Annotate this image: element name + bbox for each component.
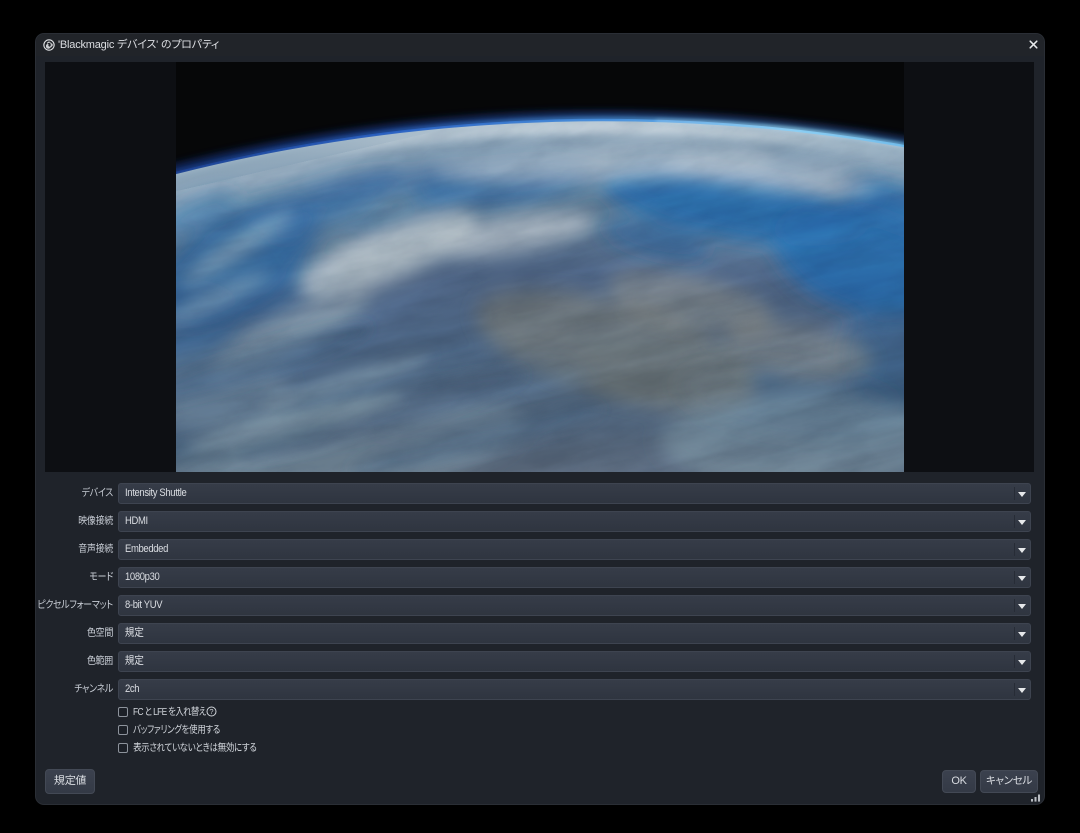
svg-text:?: ? — [209, 707, 213, 716]
